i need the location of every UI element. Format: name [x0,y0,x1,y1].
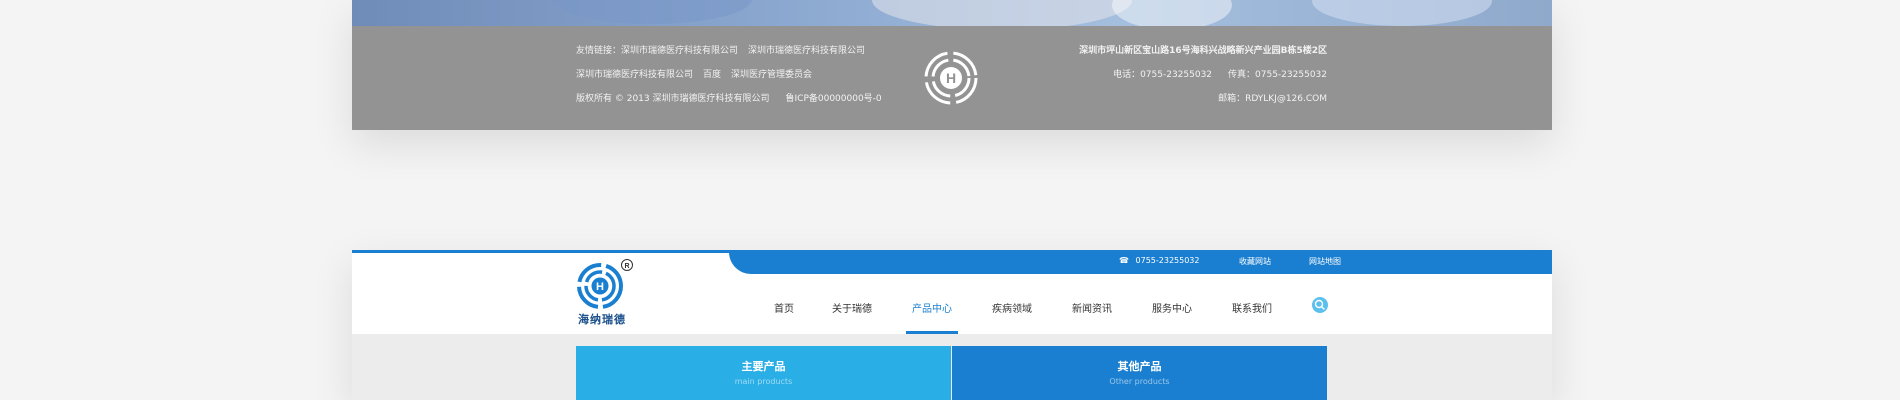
friend-link[interactable]: 深圳市瑞德医疗科技有限公司 [621,46,738,56]
friend-link[interactable]: 深圳市瑞德医疗科技有限公司 [748,46,865,56]
friend-link[interactable]: 百度 [703,70,721,80]
contact-email[interactable]: 邮箱：RDYLKJ@126.COM [1218,91,1327,104]
tab-title: 主要产品 [741,360,786,373]
tab-subtitle: main products [734,377,793,386]
contact-phone-fax: 电话：0755-23255032 传真：0755-23255032 [1113,67,1327,80]
nav-contact[interactable]: 联系我们 [1232,300,1272,315]
tab-title: 其他产品 [1117,360,1162,373]
tab-subtitle: Other products [1109,377,1170,386]
active-nav-indicator [906,331,958,334]
friend-links-label: 友情链接： [576,46,622,56]
footer-logo-icon: H [924,51,978,105]
contact-phone: 电话：0755-23255032 [1113,70,1213,80]
nav-home[interactable]: 首页 [774,300,794,315]
top-utility-bar: ☎ 0755-23255032 收藏网站 网站地图 [729,250,1552,274]
registered-mark: R [624,263,629,270]
icp-number[interactable]: 鲁ICP备00000000号-0 [786,94,882,104]
sitemap-link[interactable]: 网站地图 [1309,256,1341,267]
brand-name[interactable]: 海纳瑞德 [578,311,626,327]
friend-link[interactable]: 深圳医疗管理委员会 [731,70,812,80]
friend-link[interactable]: 深圳市瑞德医疗科技有限公司 [576,70,693,80]
nav-products[interactable]: 产品中心 [912,300,952,315]
copyright-text: 版权所有 © 2013 深圳市瑞德医疗科技有限公司 [576,94,770,104]
footer-section: 友情链接：深圳市瑞德医疗科技有限公司 深圳市瑞德医疗科技有限公司 深圳市瑞德医疗科… [352,0,1552,130]
search-icon [1314,299,1325,310]
search-button[interactable] [1312,297,1328,313]
nav-news[interactable]: 新闻资讯 [1072,300,1112,315]
topbar-phone: ☎ 0755-23255032 [1119,256,1199,265]
tab-main-products[interactable]: 主要产品 main products [576,346,951,400]
hero-image-strip [352,0,1552,26]
contact-fax: 传真：0755-23255032 [1228,70,1327,80]
company-address: 深圳市坪山新区宝山路16号海科兴战略新兴产业园B栋5楼2区 [1079,46,1327,56]
svg-text:H: H [596,281,604,293]
favorite-link[interactable]: 收藏网站 [1239,256,1271,267]
copyright-row: 版权所有 © 2013 深圳市瑞德医疗科技有限公司 鲁ICP备00000000号-… [576,91,892,104]
nav-diseases[interactable]: 疾病领域 [992,300,1032,315]
nav-service[interactable]: 服务中心 [1152,300,1192,315]
phone-icon: ☎ [1119,256,1129,265]
header-bar: ☎ 0755-23255032 收藏网站 网站地图 H R 海纳瑞德 首页 关于… [352,250,1552,334]
top-accent-line [352,250,732,253]
header-section: ☎ 0755-23255032 收藏网站 网站地图 H R 海纳瑞德 首页 关于… [352,250,1552,400]
topbar-phone-number: 0755-23255032 [1135,256,1200,265]
svg-text:H: H [946,70,956,86]
tab-other-products[interactable]: 其他产品 Other products [952,346,1327,400]
friend-links-row-2: 深圳市瑞德医疗科技有限公司 百度 深圳医疗管理委员会 [576,67,822,80]
nav-about[interactable]: 关于瑞德 [832,300,872,315]
friend-links-row-1: 友情链接：深圳市瑞德医疗科技有限公司 深圳市瑞德医疗科技有限公司 [576,43,875,56]
